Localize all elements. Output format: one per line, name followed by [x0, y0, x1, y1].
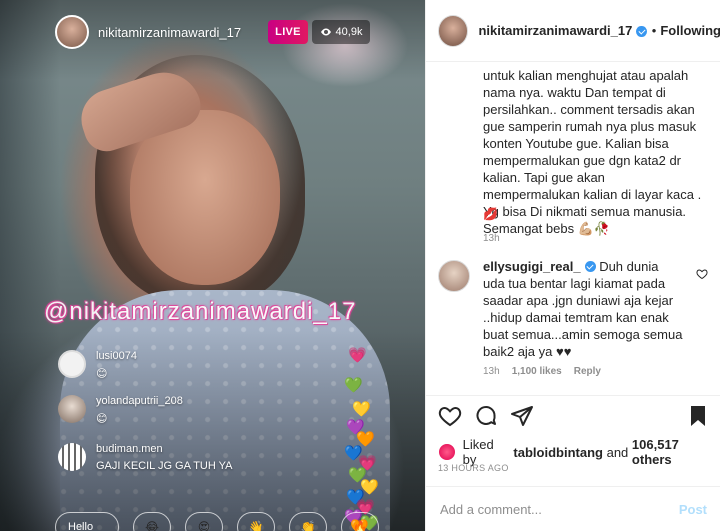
header-separator: • [651, 23, 657, 38]
commenter-username[interactable]: lusi0074 [96, 350, 137, 362]
commenter-avatar[interactable] [58, 350, 86, 378]
live-footer: Hello 😂 😍 👋 👏 🔥 [55, 512, 379, 531]
heart-reaction: 💛 [352, 401, 371, 418]
caption-emoji: 💋 [483, 207, 498, 221]
comment-text: 😊 [96, 413, 108, 425]
live-badge: LIVE [268, 20, 308, 44]
comment-meta: 13h 1,100 likes Reply [483, 366, 601, 377]
post-actions [426, 395, 720, 435]
post-timestamp[interactable]: 13 HOURS AGO [438, 463, 509, 473]
heart-icon[interactable] [438, 404, 462, 428]
liker-avatar[interactable] [438, 443, 456, 461]
commenter-avatar[interactable] [438, 260, 470, 292]
comment-likes[interactable]: 1,100 likes [512, 366, 562, 377]
viewer-count-badge: 40,9k [312, 20, 370, 44]
emoji-reaction-button[interactable]: 🔥 [341, 512, 379, 531]
add-comment-input[interactable] [440, 501, 679, 517]
comment-icon[interactable] [474, 404, 498, 428]
commenter-username[interactable]: yolandaputrii_208 [96, 395, 183, 407]
live-header: nikitamirzanimawardi_17 [55, 15, 241, 49]
commenter-username[interactable]: budiman.men [96, 443, 233, 455]
author-avatar[interactable] [438, 14, 469, 47]
like-count[interactable]: 106,517 others [632, 437, 720, 467]
comment-time[interactable]: 13h [483, 366, 500, 377]
live-host-avatar[interactable] [55, 15, 89, 49]
comment-text: Duh dunia uda tua bentar lagi kiamat pad… [483, 259, 683, 359]
caption-time[interactable]: 13h [483, 233, 500, 244]
emoji-reaction-button[interactable]: 😍 [185, 512, 223, 531]
commenter-avatar[interactable] [58, 395, 86, 423]
live-comment: budiman.men GAJI KECIL JG GA TUH YA [58, 443, 233, 472]
emoji-reaction-button[interactable]: 👋 [237, 512, 275, 531]
emoji-reaction-button[interactable]: 😂 [133, 512, 171, 531]
post-comment-button[interactable]: Post [679, 502, 707, 517]
commenter-avatar[interactable] [58, 443, 86, 471]
eye-icon [320, 28, 331, 36]
emoji-reaction-button[interactable]: 👏 [289, 512, 327, 531]
heart-reaction: 💗 [348, 347, 367, 364]
author-username[interactable]: nikitamirzanimawardi_17 [478, 23, 632, 38]
post-panel: nikitamirzanimawardi_17 • Following untu… [425, 0, 720, 531]
live-comment-input[interactable]: Hello [55, 512, 119, 531]
bookmark-icon[interactable] [686, 404, 710, 428]
comment-text: 😊 [96, 368, 108, 380]
username-watermark: @nikitamirzanimawardi_17 [44, 298, 357, 325]
add-comment-bar: Post [426, 486, 720, 531]
live-host-username[interactable]: nikitamirzanimawardi_17 [98, 25, 241, 40]
floating-hearts: 💗 💚 💛 💜 🧡 💙 💗 💚 💛 💙 💗 💜 💚 🧡 [342, 340, 382, 531]
heart-reaction: 💚 [344, 377, 363, 394]
post-header: nikitamirzanimawardi_17 • Following [426, 0, 720, 62]
live-video[interactable]: nikitamirzanimawardi_17 LIVE 40,9k @niki… [0, 0, 425, 531]
reply-button[interactable]: Reply [574, 366, 601, 377]
verified-badge-icon [636, 26, 647, 37]
liker-username[interactable]: tabloidbintang [513, 445, 603, 460]
post-caption: untuk kalian menghujat atau apalah nama … [483, 68, 702, 236]
comment-body: ellysugigi_real_ Duh dunia uda tua benta… [483, 258, 683, 360]
share-icon[interactable] [510, 404, 534, 428]
live-comment: lusi0074 😊 [58, 350, 137, 380]
following-button[interactable]: Following [660, 23, 720, 38]
comment-like-icon[interactable] [696, 268, 708, 280]
verified-badge-icon [584, 261, 596, 272]
liked-by-and: and [606, 444, 629, 460]
live-comment: yolandaputrii_208 😊 [58, 395, 183, 425]
comment-text: GAJI KECIL JG GA TUH YA [96, 460, 233, 472]
viewer-count: 40,9k [335, 26, 363, 38]
commenter-username[interactable]: ellysugigi_real_ [483, 259, 581, 274]
